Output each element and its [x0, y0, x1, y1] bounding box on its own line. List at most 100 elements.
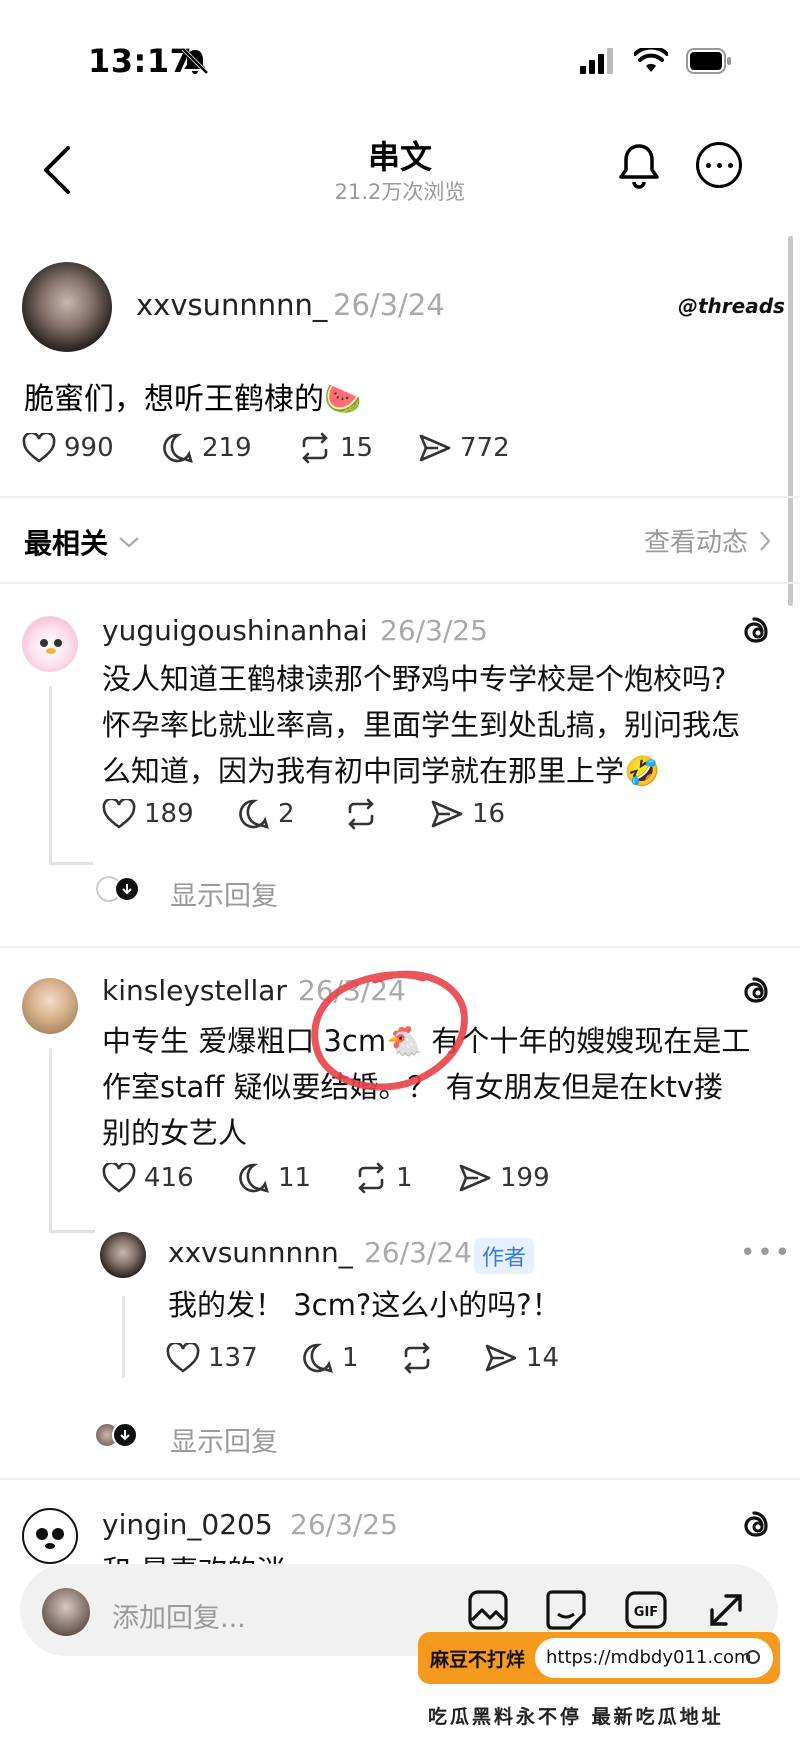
repost-icon	[348, 798, 374, 830]
repost-button[interactable]: 1	[354, 1162, 458, 1194]
comment-button[interactable]: 1	[302, 1342, 400, 1374]
share-button[interactable]: 199	[458, 1163, 550, 1193]
like-count: 137	[208, 1343, 258, 1373]
reply-username[interactable]: xxvsunnnnn_	[168, 1236, 353, 1269]
comment-count: 11	[278, 1163, 312, 1193]
like-button[interactable]: 416	[102, 1163, 238, 1193]
post-text: 脆蜜们，想听王鹤棣的🍉	[24, 382, 362, 417]
repost-button[interactable]	[400, 1342, 484, 1374]
repost-count: 1	[396, 1163, 413, 1193]
divider	[0, 496, 800, 498]
thread-line	[49, 1048, 52, 1232]
send-icon	[431, 800, 463, 828]
repost-button[interactable]: 15	[298, 432, 418, 464]
reply-avatar[interactable]	[100, 1232, 146, 1278]
comment-username[interactable]: yuguigoushinanhai	[102, 614, 368, 647]
reply-avatars	[96, 876, 140, 902]
comment-button[interactable]: 11	[238, 1162, 354, 1194]
notification-bell-icon[interactable]	[614, 140, 664, 192]
view-activity-link[interactable]: 查看动态	[644, 522, 772, 559]
show-replies-link[interactable]: 显示回复	[170, 874, 278, 913]
threads-brand: @threads	[678, 294, 785, 318]
comment-actions: 189 2 16	[102, 798, 505, 830]
comment-count: 1	[342, 1343, 359, 1373]
chevron-right-icon	[760, 530, 771, 551]
wifi-icon	[634, 48, 668, 72]
mute-bell-icon	[181, 47, 209, 75]
comment-username[interactable]: kinsleystellar	[102, 974, 287, 1007]
down-arrow-icon	[112, 1422, 138, 1448]
down-arrow-icon	[114, 876, 140, 902]
battery-icon	[686, 48, 731, 74]
heart-icon	[102, 1163, 136, 1193]
reply-input[interactable]: 添加回复...	[112, 1596, 246, 1635]
post-date: 26/3/24	[333, 288, 445, 322]
comment-line: 没人知道王鹤棣读那个野鸡中专学校是个炮校吗?	[102, 662, 727, 696]
comment-line: 怀孕率比就业率高，里面学生到处乱搞，别问我怎	[102, 708, 741, 742]
image-icon[interactable]	[466, 1588, 510, 1632]
comment-icon	[163, 433, 193, 463]
comment-count: 219	[202, 433, 252, 463]
gif-icon[interactable]: GIF	[624, 1588, 668, 1632]
like-button[interactable]: 137	[166, 1343, 302, 1373]
share-button[interactable]: 14	[484, 1343, 559, 1373]
repost-icon	[404, 1342, 430, 1374]
like-button[interactable]: 990	[22, 433, 162, 463]
chevron-down-icon	[119, 537, 139, 548]
panda-avatar-icon	[36, 1528, 64, 1549]
cellular-signal-icon	[580, 48, 613, 74]
comment-actions: 416 11 1 199	[102, 1162, 550, 1194]
post-actions: 990 219 15 772	[22, 432, 510, 464]
share-count: 16	[472, 799, 506, 829]
threads-icon[interactable]	[738, 614, 774, 650]
bunny-avatar-icon	[40, 639, 62, 654]
post-username[interactable]: xxvsunnnnn_	[136, 288, 327, 322]
sticker-icon[interactable]	[544, 1588, 588, 1632]
reply-actions: 137 1 14	[166, 1342, 559, 1374]
ad-url[interactable]: https://mdbdy011.com	[546, 1647, 752, 1668]
more-options-button[interactable]	[696, 142, 742, 188]
thread-line-hook	[49, 1230, 95, 1233]
repost-button[interactable]	[344, 798, 430, 830]
scrollbar[interactable]	[788, 236, 793, 606]
comment-button[interactable]: 219	[162, 432, 298, 464]
threads-icon[interactable]	[738, 1508, 774, 1544]
divider	[0, 946, 800, 948]
sort-label: 最相关	[24, 527, 109, 560]
like-count: 189	[144, 799, 194, 829]
like-count: 416	[144, 1163, 194, 1193]
share-button[interactable]: 772	[418, 433, 510, 463]
comment-avatar[interactable]	[22, 616, 78, 672]
sort-dropdown[interactable]: 最相关	[24, 522, 140, 562]
comment-avatar[interactable]	[22, 978, 78, 1034]
view-count: 21.2万次浏览	[334, 180, 466, 204]
heart-icon	[22, 433, 56, 463]
comment-date: 26/3/25	[380, 614, 488, 647]
thread-line	[49, 686, 52, 864]
reply-text: 我的发！ 3cm?这么小的吗?！	[168, 1288, 561, 1322]
comment-username[interactable]: yingin_0205	[102, 1508, 273, 1541]
threads-icon[interactable]	[738, 974, 774, 1010]
composer-avatar	[42, 1588, 90, 1636]
svg-text:GIF: GIF	[634, 1605, 658, 1620]
divider	[0, 1478, 800, 1480]
comment-icon	[239, 799, 269, 829]
repost-count: 15	[340, 433, 374, 463]
expand-icon[interactable]	[704, 1588, 748, 1632]
share-button[interactable]: 16	[430, 799, 505, 829]
comment-button[interactable]: 2	[238, 798, 344, 830]
reply-avatars	[94, 1422, 138, 1448]
share-count: 14	[526, 1343, 560, 1373]
annotation-circle	[311, 970, 468, 1091]
comment-avatar[interactable]	[22, 1508, 78, 1564]
reply-more-button[interactable]: •••	[740, 1238, 792, 1268]
comment-count: 2	[278, 799, 295, 829]
like-button[interactable]: 189	[102, 799, 238, 829]
send-icon	[419, 434, 451, 462]
share-count: 199	[500, 1163, 550, 1193]
show-replies-link[interactable]: 显示回复	[170, 1420, 278, 1459]
like-count: 990	[64, 433, 114, 463]
op-avatar[interactable]	[22, 262, 112, 352]
comment-text: 没人知道王鹤棣读那个野鸡中专学校是个炮校吗? 怀孕率比就业率高，里面学生到处乱搞…	[102, 656, 740, 794]
heart-icon	[102, 799, 136, 829]
